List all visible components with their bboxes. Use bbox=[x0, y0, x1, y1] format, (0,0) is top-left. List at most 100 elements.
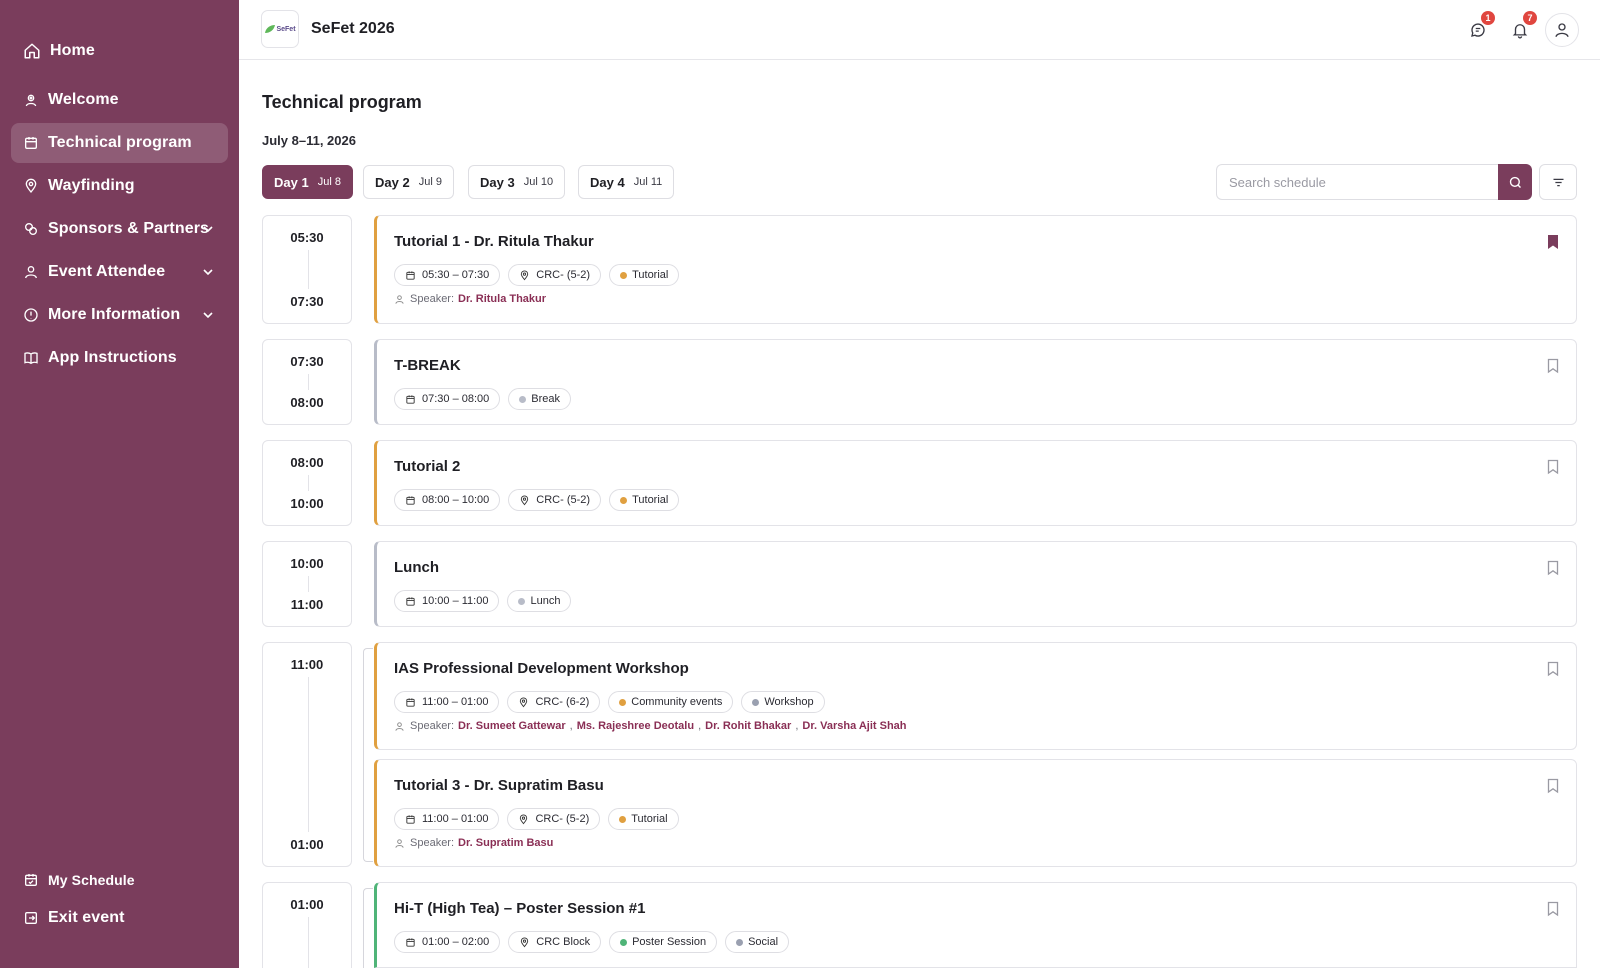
tag-chip-tutorial[interactable]: Tutorial bbox=[608, 808, 679, 830]
sidebar-item-wayfinding[interactable]: Wayfinding bbox=[11, 166, 228, 206]
tag-chip-poster-session[interactable]: Poster Session bbox=[609, 931, 718, 953]
speaker-link[interactable]: Dr. Rohit Bhakar bbox=[705, 720, 791, 732]
bookmark-button[interactable] bbox=[1546, 358, 1560, 374]
time-chip: 08:00 – 10:00 bbox=[394, 489, 501, 511]
bookmark-button[interactable] bbox=[1546, 778, 1560, 794]
logo-text: SeFet bbox=[276, 25, 296, 33]
sidebar: Home Welcome Technical program Wayfindin… bbox=[0, 0, 239, 968]
bookmark-button[interactable] bbox=[1546, 661, 1560, 677]
speaker-line: Speaker: Dr. Ritula Thakur bbox=[394, 293, 546, 305]
speaker-link[interactable]: Dr. Varsha Ajit Shah bbox=[802, 720, 906, 732]
sidebar-item-app-instructions[interactable]: App Instructions bbox=[11, 338, 228, 378]
tab-day-3[interactable]: Day 3 Jul 10 bbox=[468, 165, 566, 199]
user-icon bbox=[1555, 23, 1569, 38]
tag-label: Social bbox=[748, 936, 779, 948]
time-slot: 11:00 01:00 bbox=[262, 642, 352, 867]
sidebar-item-sponsors-partners[interactable]: Sponsors & Partners bbox=[11, 209, 228, 249]
search-input[interactable] bbox=[1216, 164, 1498, 200]
tag-chip-tutorial[interactable]: Tutorial bbox=[609, 264, 680, 286]
sidebar-item-home[interactable]: Home bbox=[11, 31, 228, 71]
chevron-down-icon[interactable] bbox=[202, 223, 214, 235]
event-time: 11:00 – 01:00 bbox=[422, 813, 489, 825]
slot-end-time: 08:00 bbox=[290, 395, 324, 410]
map-pin-icon bbox=[23, 178, 39, 194]
sidebar-item-my-schedule[interactable]: My Schedule bbox=[11, 860, 228, 900]
tag-chip-community-events[interactable]: Community events bbox=[608, 691, 734, 713]
speaker-separator: , bbox=[569, 720, 573, 732]
user-avatar-button[interactable] bbox=[1545, 13, 1579, 47]
sidebar-item-label: Event Attendee bbox=[48, 263, 166, 280]
sidebar-item-label: Home bbox=[50, 42, 95, 59]
tab-day-4[interactable]: Day 4 Jul 11 bbox=[578, 165, 675, 199]
parallel-sessions-bracket bbox=[363, 648, 373, 862]
map-pin-icon bbox=[521, 495, 529, 505]
sidebar-item-more-information[interactable]: More Information bbox=[11, 295, 228, 335]
notifications-button[interactable]: 7 bbox=[1503, 11, 1537, 47]
speaker-link[interactable]: Dr. Sumeet Gattewar bbox=[458, 720, 566, 732]
speaker-label: Speaker: bbox=[410, 837, 455, 849]
event-logo[interactable]: SeFet bbox=[261, 10, 299, 48]
sidebar-item-label: More Information bbox=[48, 306, 181, 323]
slot-end-time: 01:00 bbox=[290, 837, 324, 852]
event-card[interactable]: IAS Professional Development Workshop 11… bbox=[374, 642, 1577, 750]
speaker-link[interactable]: Dr. Ritula Thakur bbox=[458, 293, 546, 305]
bookmark-icon bbox=[1547, 778, 1559, 794]
tab-day-date: Jul 8 bbox=[317, 176, 341, 188]
event-time: 10:00 – 11:00 bbox=[422, 595, 489, 607]
sidebar-item-welcome[interactable]: Welcome bbox=[11, 80, 228, 120]
info-icon bbox=[23, 307, 39, 323]
bookmark-button[interactable] bbox=[1546, 901, 1560, 917]
tag-label: Poster Session bbox=[632, 936, 707, 948]
tab-day-2[interactable]: Day 2 Jul 9 bbox=[363, 165, 454, 199]
time-chip: 11:00 – 01:00 bbox=[394, 691, 500, 713]
speaker-link[interactable]: Ms. Rajeshree Deotalu bbox=[577, 720, 694, 732]
bookmark-button[interactable] bbox=[1546, 459, 1560, 475]
time-chip: 01:00 – 02:00 bbox=[394, 931, 501, 953]
sidebar-item-exit-event[interactable]: Exit event bbox=[11, 898, 228, 938]
user-icon bbox=[395, 721, 404, 731]
event-title: Tutorial 1 - Dr. Ritula Thakur bbox=[394, 233, 594, 250]
event-title: IAS Professional Development Workshop bbox=[394, 660, 689, 677]
speaker-label: Speaker: bbox=[410, 293, 455, 305]
time-chip: 10:00 – 11:00 bbox=[394, 590, 500, 612]
tag-chip-break[interactable]: Break bbox=[508, 388, 572, 410]
filter-button[interactable] bbox=[1539, 164, 1577, 200]
chevron-down-icon[interactable] bbox=[202, 309, 214, 321]
sidebar-item-label: Technical program bbox=[48, 134, 192, 151]
event-card[interactable]: Tutorial 2 08:00 – 10:00 CRC- (5-2) Tuto… bbox=[374, 440, 1577, 526]
event-card[interactable]: Tutorial 1 - Dr. Ritula Thakur 05:30 – 0… bbox=[374, 215, 1577, 324]
event-card[interactable]: Lunch 10:00 – 11:00 Lunch bbox=[374, 541, 1577, 627]
calendar-check-icon bbox=[23, 872, 39, 888]
tab-day-date: Jul 9 bbox=[418, 176, 442, 188]
tag-chip-lunch[interactable]: Lunch bbox=[507, 590, 572, 612]
tag-label: Tutorial bbox=[631, 813, 668, 825]
event-card[interactable]: Hi-T (High Tea) – Poster Session #1 01:0… bbox=[374, 882, 1577, 968]
sidebar-item-event-attendee[interactable]: Event Attendee bbox=[11, 252, 228, 292]
slot-start-time: 07:30 bbox=[290, 354, 324, 369]
speaker-link[interactable]: Dr. Supratim Basu bbox=[458, 837, 553, 849]
location-chip: CRC- (5-2) bbox=[507, 808, 601, 830]
event-title: Lunch bbox=[394, 559, 439, 576]
slot-end-time: 10:00 bbox=[290, 496, 324, 511]
calendar-icon bbox=[406, 937, 415, 947]
tag-chip-social[interactable]: Social bbox=[725, 931, 790, 953]
slot-start-time: 10:00 bbox=[290, 556, 324, 571]
bookmark-button[interactable] bbox=[1546, 234, 1560, 250]
exit-icon bbox=[23, 910, 39, 926]
messages-button[interactable]: 1 bbox=[1461, 11, 1495, 47]
event-title: Tutorial 3 - Dr. Supratim Basu bbox=[394, 777, 604, 794]
search-button[interactable] bbox=[1498, 164, 1532, 200]
tab-day-label: Day 3 bbox=[480, 174, 515, 190]
speaker-separator: , bbox=[795, 720, 799, 732]
tab-day-1[interactable]: Day 1 Jul 8 bbox=[262, 165, 353, 199]
calendar-icon bbox=[23, 135, 39, 151]
tag-chip-workshop[interactable]: Workshop bbox=[741, 691, 825, 713]
event-card[interactable]: T-BREAK 07:30 – 08:00 Break bbox=[374, 339, 1577, 425]
tab-day-label: Day 2 bbox=[375, 174, 410, 190]
sidebar-item-technical-program[interactable]: Technical program bbox=[11, 123, 228, 163]
time-slot: 01:00 bbox=[262, 882, 352, 968]
chevron-down-icon[interactable] bbox=[202, 266, 214, 278]
tag-chip-tutorial[interactable]: Tutorial bbox=[609, 489, 680, 511]
bookmark-button[interactable] bbox=[1546, 560, 1560, 576]
event-card[interactable]: Tutorial 3 - Dr. Supratim Basu 11:00 – 0… bbox=[374, 759, 1577, 867]
